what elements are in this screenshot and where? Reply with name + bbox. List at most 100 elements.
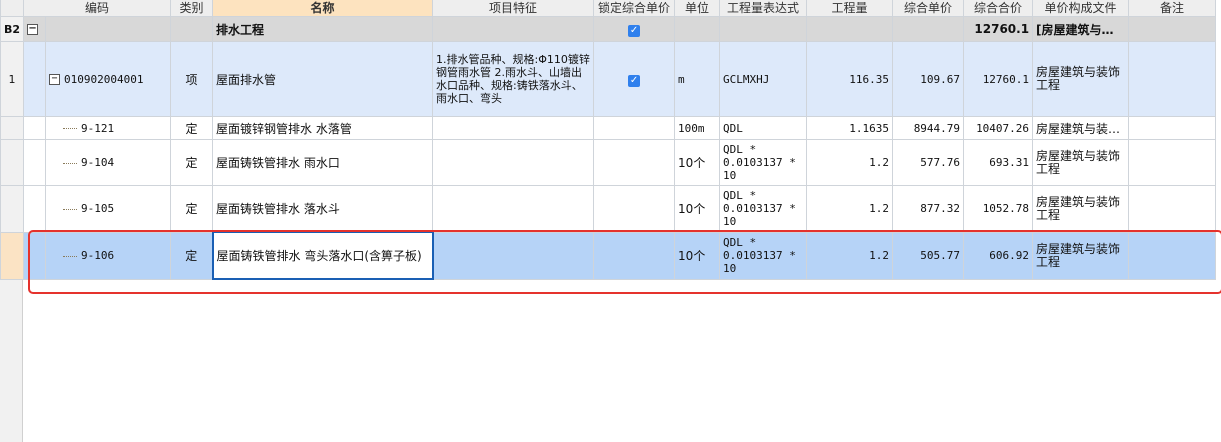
header-row: 编码 类别 名称 项目特征 锁定综合单价 单位 工程量表达式 工程量 综合单价 … (0, 0, 1217, 17)
collapse-icon[interactable]: − (49, 74, 61, 85)
checkbox-checked-icon[interactable]: ✓ (628, 74, 641, 87)
quota-remark-cell[interactable] (1128, 231, 1217, 280)
quota-price: 8944.79 (892, 116, 965, 140)
quota-file[interactable]: 房屋建筑与装饰工程 (1032, 231, 1130, 280)
quota-file[interactable]: 房屋建筑与装饰工程 (1032, 139, 1130, 186)
quota-tree-gutter (23, 231, 47, 280)
quota-code: 9-104 (81, 156, 115, 169)
item-total: 12760.1 (963, 41, 1034, 117)
section-feature-cell (432, 16, 595, 42)
item-price: 109.67 (892, 41, 965, 117)
item-row[interactable]: 1 −010902004001 项 屋面排水管 1.排水管品种、规格:Φ110镀… (0, 41, 1217, 117)
quota-code: 9-105 (81, 202, 115, 216)
item-qty[interactable]: 116.35 (806, 41, 894, 117)
quota-remark-cell[interactable] (1128, 139, 1217, 186)
quota-qty[interactable]: 1.2 (806, 139, 894, 186)
quota-code-cell[interactable]: 9-106 (45, 231, 172, 280)
quota-row-selected[interactable]: 9-106 定 屋面铸铁管排水 弯头落水口(含箅子板) 10个 QDL * 0.… (0, 231, 1217, 280)
quota-rownum (0, 231, 25, 280)
item-remark-cell[interactable] (1128, 41, 1217, 117)
section-code-cell (45, 16, 172, 42)
header-file[interactable]: 单价构成文件 (1032, 0, 1130, 17)
quota-code-cell[interactable]: 9-121 (45, 116, 172, 140)
header-price[interactable]: 综合单价 (892, 0, 965, 17)
section-qty-cell (806, 16, 894, 42)
quota-file[interactable]: 房屋建筑与装… (1032, 116, 1130, 140)
quota-feature-cell[interactable] (432, 116, 595, 140)
quota-file[interactable]: 房屋建筑与装饰工程 (1032, 185, 1130, 233)
quota-lock-cell (593, 185, 676, 233)
checkbox-checked-icon[interactable]: ✓ (628, 24, 641, 37)
quota-expr[interactable]: QDL * 0.0103137 * 10 (719, 139, 808, 186)
item-tree-gutter (23, 41, 47, 117)
quota-type: 定 (170, 116, 214, 140)
quota-feature-cell[interactable] (432, 231, 595, 280)
header-unit[interactable]: 单位 (674, 0, 721, 17)
section-row[interactable]: B2 − 排水工程 ✓ 12760.1 [房屋建筑与… (0, 16, 1217, 42)
header-rownum (0, 0, 25, 17)
quota-price: 877.32 (892, 185, 965, 233)
tree-connector (63, 255, 78, 257)
section-file: [房屋建筑与… (1032, 16, 1130, 42)
quota-qty[interactable]: 1.2 (806, 231, 894, 280)
quota-total: 1052.78 (963, 185, 1034, 233)
item-name[interactable]: 屋面排水管 (212, 41, 434, 117)
quota-row[interactable]: 9-121 定 屋面镀锌钢管排水 水落管 100m QDL 1.1635 894… (0, 116, 1217, 140)
section-type-cell (170, 16, 214, 42)
quota-name-editor[interactable]: 屋面铸铁管排水 弯头落水口(含箅子板) (211, 231, 434, 280)
section-name[interactable]: 排水工程 (212, 16, 434, 42)
item-file[interactable]: 房屋建筑与装饰工程 (1032, 41, 1130, 117)
quota-expr[interactable]: QDL * 0.0103137 * 10 (719, 185, 808, 233)
header-qty[interactable]: 工程量 (806, 0, 894, 17)
quota-remark-cell[interactable] (1128, 116, 1217, 140)
header-type[interactable]: 类别 (170, 0, 214, 17)
header-expr[interactable]: 工程量表达式 (719, 0, 808, 17)
quota-code: 9-106 (81, 249, 115, 262)
tree-connector (63, 208, 78, 210)
item-lock-cell[interactable]: ✓ (593, 41, 676, 117)
item-unit[interactable]: m (674, 41, 721, 117)
header-feature[interactable]: 项目特征 (432, 0, 595, 17)
item-feature[interactable]: 1.排水管品种、规格:Φ110镀锌钢管雨水管 2.雨水斗、山墙出水口品种、规格:… (432, 41, 595, 117)
header-lock-price[interactable]: 锁定综合单价 (593, 0, 676, 17)
quota-type: 定 (170, 139, 214, 186)
quota-code-cell[interactable]: 9-105 (45, 185, 172, 233)
quota-row[interactable]: 9-105 定 屋面铸铁管排水 落水斗 10个 QDL * 0.0103137 … (0, 185, 1217, 233)
quota-feature-cell[interactable] (432, 139, 595, 186)
quota-grid: 编码 类别 名称 项目特征 锁定综合单价 单位 工程量表达式 工程量 综合单价 … (0, 0, 1221, 442)
header-code[interactable]: 编码 (23, 0, 172, 17)
quota-name[interactable]: 屋面铸铁管排水 落水斗 (212, 185, 434, 233)
section-total: 12760.1 (963, 16, 1034, 42)
quota-expr[interactable]: QDL (719, 116, 808, 140)
quota-unit[interactable]: 100m (674, 116, 721, 140)
quota-row[interactable]: 9-104 定 屋面铸铁管排水 雨水口 10个 QDL * 0.0103137 … (0, 139, 1217, 186)
quota-tree-gutter (23, 185, 47, 233)
quota-feature-cell[interactable] (432, 185, 595, 233)
header-remark[interactable]: 备注 (1128, 0, 1217, 17)
item-code-cell[interactable]: −010902004001 (45, 41, 172, 117)
quota-code-cell[interactable]: 9-104 (45, 139, 172, 186)
collapse-icon[interactable]: − (27, 24, 39, 35)
quota-price: 577.76 (892, 139, 965, 186)
section-collapse-toggle[interactable]: − (23, 16, 47, 42)
quota-tree-gutter (23, 116, 47, 140)
section-price-cell (892, 16, 965, 42)
section-lock-cell[interactable]: ✓ (593, 16, 676, 42)
quota-total: 606.92 (963, 231, 1034, 280)
section-unit-cell (674, 16, 721, 42)
quota-qty[interactable]: 1.2 (806, 185, 894, 233)
quota-unit[interactable]: 10个 (674, 139, 721, 186)
quota-qty[interactable]: 1.1635 (806, 116, 894, 140)
quota-lock-cell (593, 139, 676, 186)
quota-code: 9-121 (81, 121, 115, 135)
header-name[interactable]: 名称 (212, 0, 434, 17)
header-total[interactable]: 综合合价 (963, 0, 1034, 17)
quota-expr[interactable]: QDL * 0.0103137 * 10 (719, 231, 808, 280)
quota-unit[interactable]: 10个 (674, 185, 721, 233)
quota-name[interactable]: 屋面镀锌钢管排水 水落管 (212, 116, 434, 140)
section-expr-cell (719, 16, 808, 42)
quota-name[interactable]: 屋面铸铁管排水 雨水口 (212, 139, 434, 186)
item-expr[interactable]: GCLMXHJ (719, 41, 808, 117)
quota-remark-cell[interactable] (1128, 185, 1217, 233)
quota-unit[interactable]: 10个 (674, 231, 721, 280)
